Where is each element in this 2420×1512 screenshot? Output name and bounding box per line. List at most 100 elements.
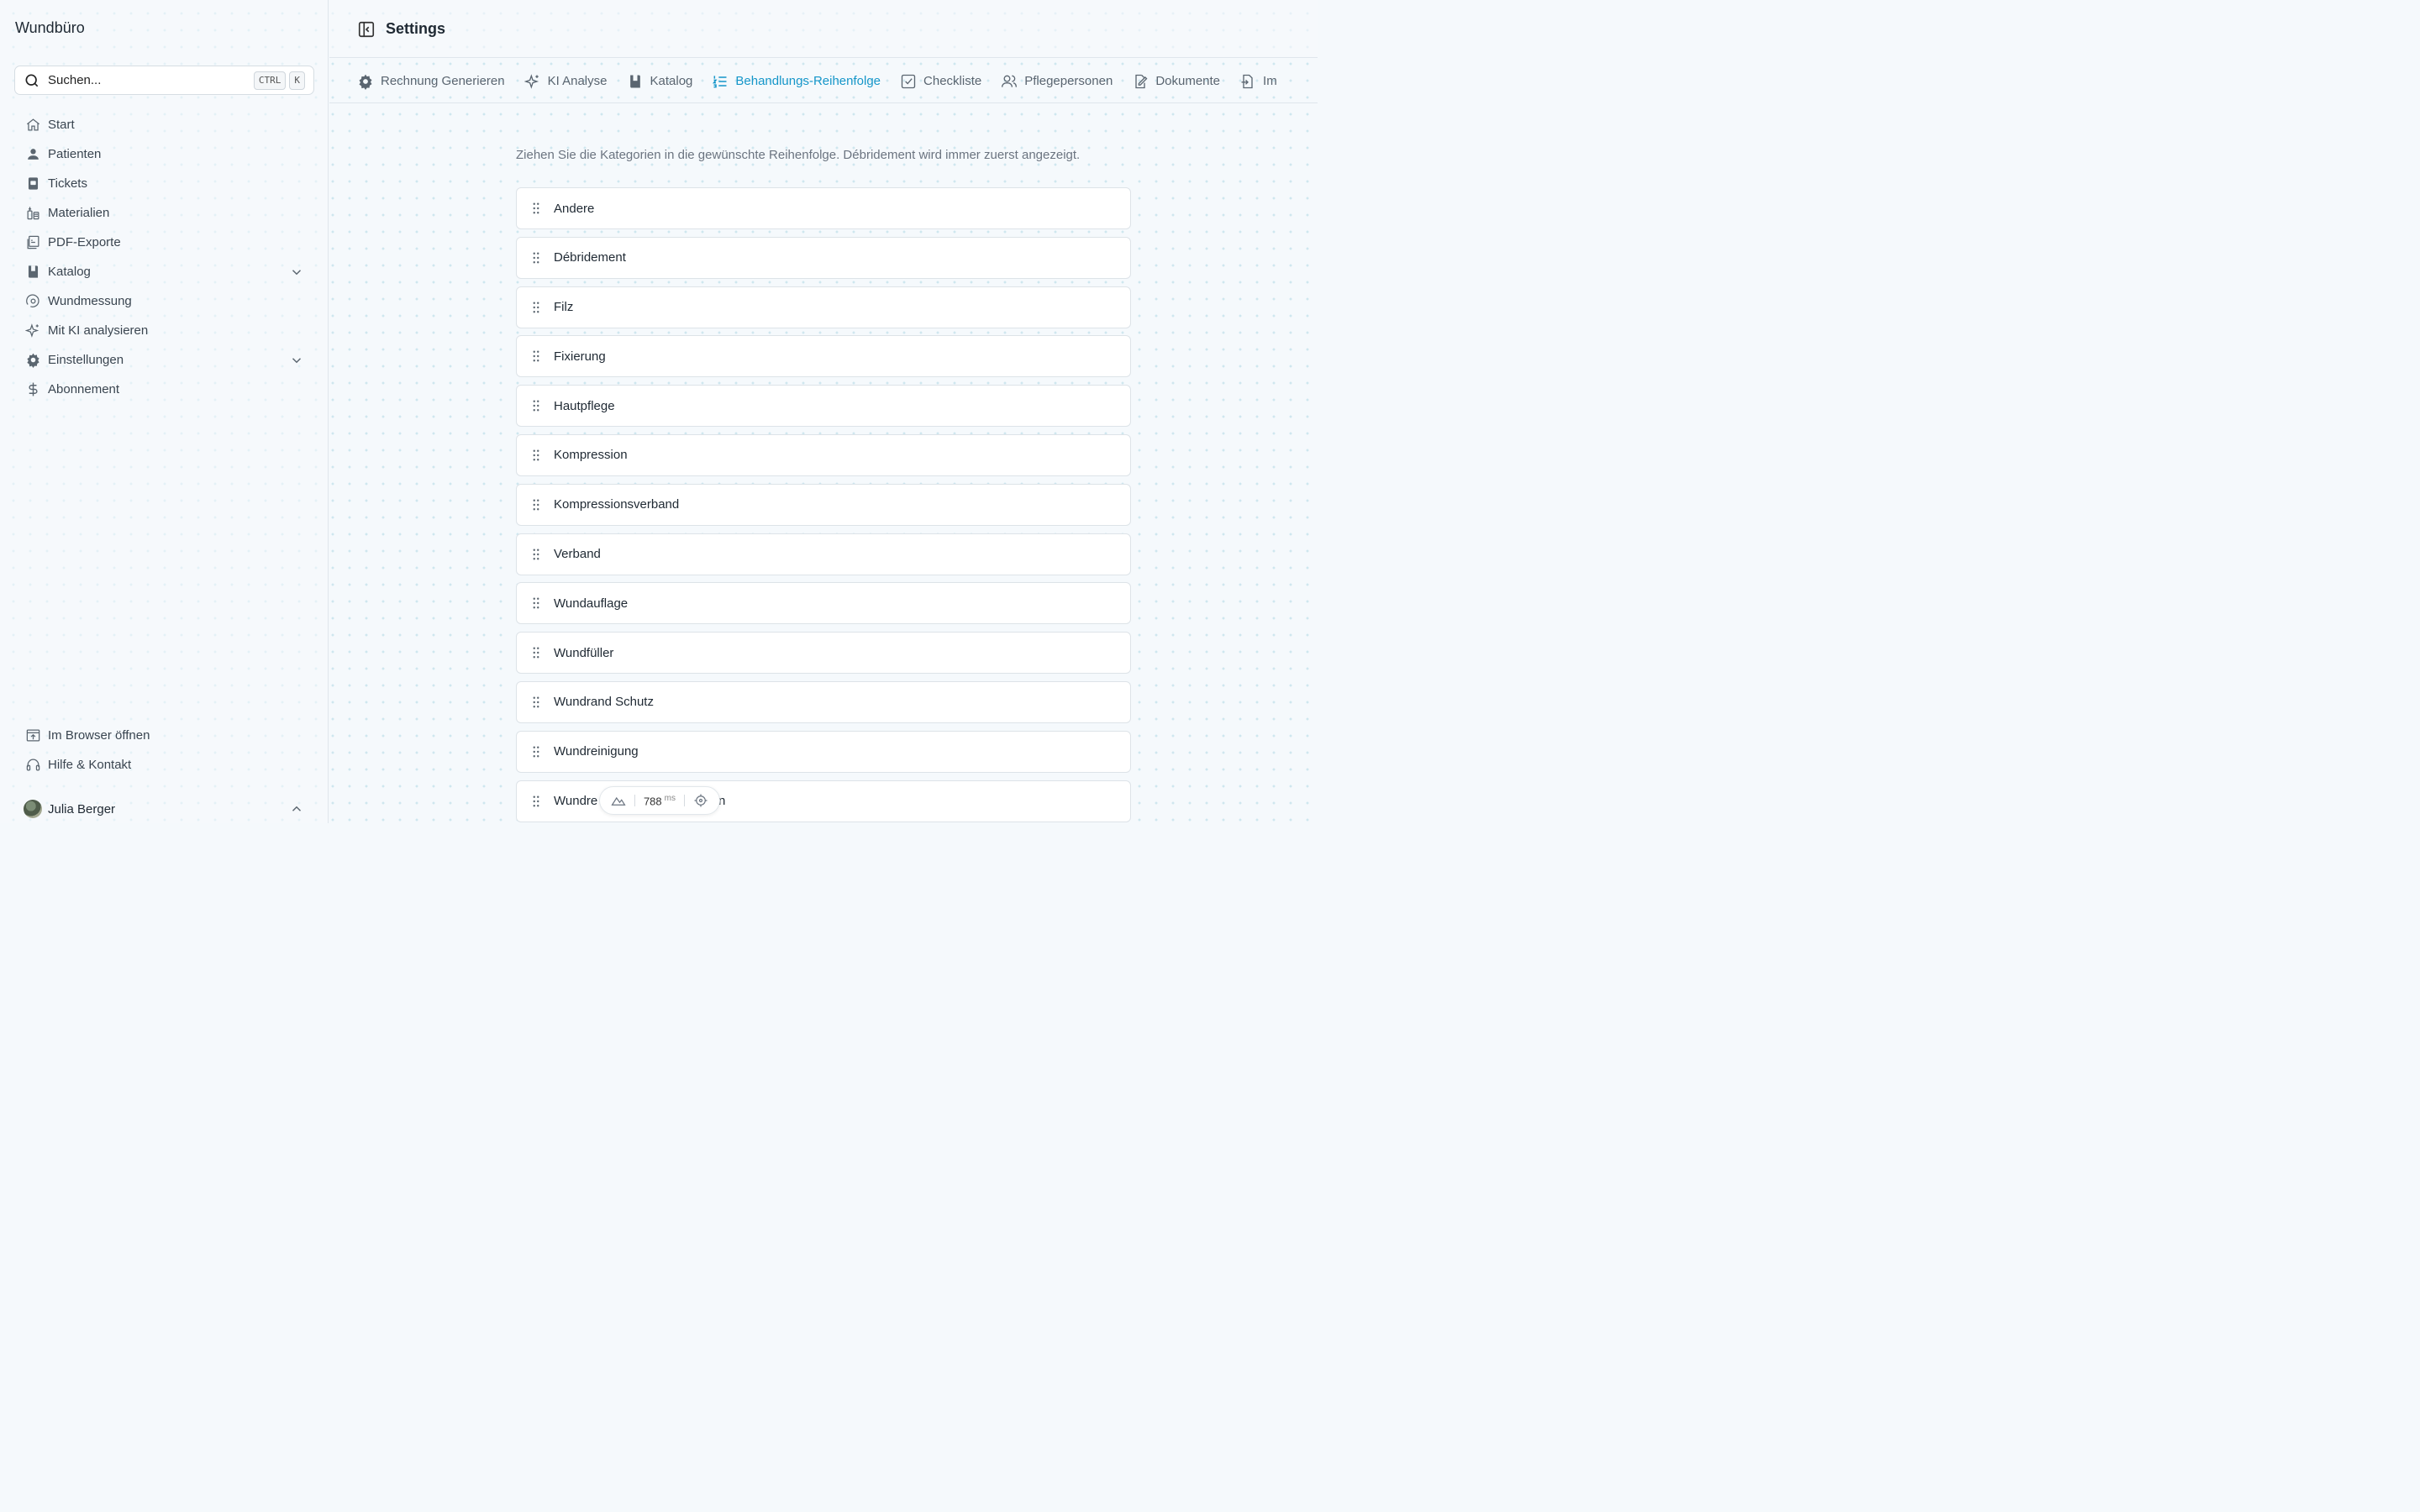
sidebar-item-ki[interactable]: Mit KI analysieren — [24, 316, 309, 345]
avatar — [24, 800, 42, 818]
sidebar-item-label: Katalog — [48, 265, 91, 279]
sparkles-icon — [24, 322, 42, 340]
sidebar-nav: Start Patienten Tickets Materialien PDF-… — [24, 110, 309, 404]
tab-label: Dokumente — [1155, 74, 1221, 88]
sidebar-item-browser[interactable]: Im Browser öffnen — [24, 721, 309, 750]
sidebar-item-einstellungen[interactable]: Einstellungen — [24, 345, 309, 375]
tab-label: Checkliste — [923, 74, 982, 88]
pdf-icon — [24, 234, 42, 252]
sidebar-item-label: Start — [48, 118, 75, 132]
book-icon — [629, 75, 640, 87]
sidebar-item-materialien[interactable]: Materialien — [24, 198, 309, 228]
drag-handle-icon[interactable] — [529, 201, 544, 216]
tab-import[interactable]: Im — [1239, 59, 1277, 102]
drag-handle-icon[interactable] — [529, 300, 544, 315]
category-row-verband[interactable]: Verband — [516, 533, 1131, 575]
category-row-fixierung[interactable]: Fixierung — [516, 335, 1131, 378]
crosshair-icon[interactable] — [693, 793, 708, 808]
sidebar-toggle-icon[interactable] — [357, 20, 376, 39]
checkbox-icon — [901, 74, 916, 88]
category-label: Hautpflege — [554, 398, 615, 413]
category-row-kompression[interactable]: Kompression — [516, 433, 1131, 476]
drag-handle-icon[interactable] — [529, 695, 544, 710]
drag-handle-icon[interactable] — [529, 794, 544, 809]
category-row-debridement[interactable]: Débridement — [516, 236, 1131, 279]
tab-ki-analyse[interactable]: KI Analyse — [523, 59, 608, 102]
sidebar-item-abonnement[interactable]: Abonnement — [24, 375, 309, 404]
sidebar-item-patienten[interactable]: Patienten — [24, 139, 309, 169]
sidebar-item-pdf-exporte[interactable]: PDF-Exporte — [24, 228, 309, 257]
sidebar-item-label: Wundmessung — [48, 294, 132, 308]
search-placeholder: Suchen... — [48, 73, 102, 87]
sidebar-item-label: Im Browser öffnen — [48, 728, 150, 743]
category-row-filz[interactable]: Filz — [516, 286, 1131, 328]
sidebar-item-label: Mit KI analysieren — [48, 323, 149, 338]
category-row-wundfueller[interactable]: Wundfüller — [516, 632, 1131, 675]
user-name: Julia Berger — [48, 801, 116, 816]
dollar-icon — [24, 381, 42, 399]
search-icon — [25, 74, 39, 87]
category-label: Wundauflage — [554, 596, 629, 611]
drag-handle-icon[interactable] — [529, 596, 544, 611]
category-row-kompressionsverband[interactable]: Kompressionsverband — [516, 483, 1131, 526]
ticket-icon — [24, 175, 42, 193]
category-row-wundauflage[interactable]: Wundauflage — [516, 582, 1131, 625]
user-icon — [24, 145, 42, 164]
category-row-andere[interactable]: Andere — [516, 187, 1131, 229]
sidebar-item-label: Tickets — [48, 176, 87, 191]
sidebar-item-label: PDF-Exporte — [48, 235, 121, 249]
drag-handle-icon[interactable] — [529, 349, 544, 364]
sidebar-item-wundmessung[interactable]: Wundmessung — [24, 286, 309, 316]
sidebar-item-start[interactable]: Start — [24, 110, 309, 139]
sidebar-bottom: Im Browser öffnen Hilfe & Kontakt — [24, 721, 309, 780]
chevron-up-icon[interactable] — [289, 801, 304, 816]
category-label: Kompression — [554, 448, 628, 463]
chevron-down-icon[interactable] — [289, 353, 304, 368]
kbd-ctrl: CTRL — [253, 71, 287, 90]
tab-dokumente[interactable]: Dokumente — [1132, 59, 1221, 102]
tab-behandlungs-reihenfolge[interactable]: Behandlungs-Reihenfolge — [712, 59, 881, 102]
sidebar: Wundbüro Suchen... CTRL K Start Patiente… — [0, 0, 329, 823]
drag-handle-icon[interactable] — [529, 398, 544, 413]
page-title: Settings — [386, 20, 446, 37]
chevron-down-icon[interactable] — [289, 265, 304, 280]
document-edit-icon — [1135, 74, 1148, 88]
sidebar-item-label: Patienten — [48, 147, 102, 161]
category-row-hautpflege[interactable]: Hautpflege — [516, 385, 1131, 428]
sidebar-item-label: Abonnement — [48, 382, 120, 396]
user-menu[interactable]: Julia Berger — [24, 798, 309, 820]
drag-handle-icon[interactable] — [529, 250, 544, 265]
tab-pflegepersonen[interactable]: Pflegepersonen — [1001, 59, 1113, 102]
reorder-hint: Ziehen Sie die Kategorien in die gewünsc… — [516, 148, 1081, 162]
sidebar-item-tickets[interactable]: Tickets — [24, 169, 309, 198]
mountains-icon[interactable] — [611, 793, 626, 808]
category-label: Wundfüller — [554, 645, 614, 660]
category-label: Wundrand Schutz — [554, 695, 654, 710]
category-row-wundrand-schutz[interactable]: Wundrand Schutz — [516, 680, 1131, 723]
search-input[interactable]: Suchen... CTRL K — [14, 66, 314, 95]
import-icon — [1241, 74, 1253, 88]
category-label: Débridement — [554, 250, 626, 265]
sidebar-item-label: Materialien — [48, 206, 110, 220]
drag-handle-icon[interactable] — [529, 744, 544, 759]
tab-label: Pflegepersonen — [1024, 74, 1113, 88]
drag-handle-icon[interactable] — [529, 645, 544, 660]
tab-katalog[interactable]: Katalog — [627, 59, 692, 102]
book-icon — [24, 263, 42, 281]
gear-icon — [24, 351, 42, 370]
sidebar-item-katalog[interactable]: Katalog — [24, 257, 309, 286]
tab-checkliste[interactable]: Checkliste — [900, 59, 982, 102]
tab-rechnung[interactable]: Rechnung Generieren — [357, 59, 505, 102]
drag-handle-icon[interactable] — [529, 497, 544, 512]
home-icon — [24, 116, 42, 134]
drag-handle-icon[interactable] — [529, 448, 544, 463]
tab-label: Rechnung Generieren — [381, 74, 505, 88]
measure-icon — [24, 292, 42, 311]
headset-icon — [24, 756, 42, 774]
sidebar-item-hilfe[interactable]: Hilfe & Kontakt — [24, 750, 309, 780]
category-row-wundreinigung[interactable]: Wundreinigung — [516, 730, 1131, 773]
settings-tabs: Rechnung Generieren KI Analyse Katalog B… — [329, 59, 1318, 103]
perf-unit: ms — [664, 793, 676, 803]
perf-overlay: 788 ms — [599, 786, 720, 815]
drag-handle-icon[interactable] — [529, 547, 544, 562]
